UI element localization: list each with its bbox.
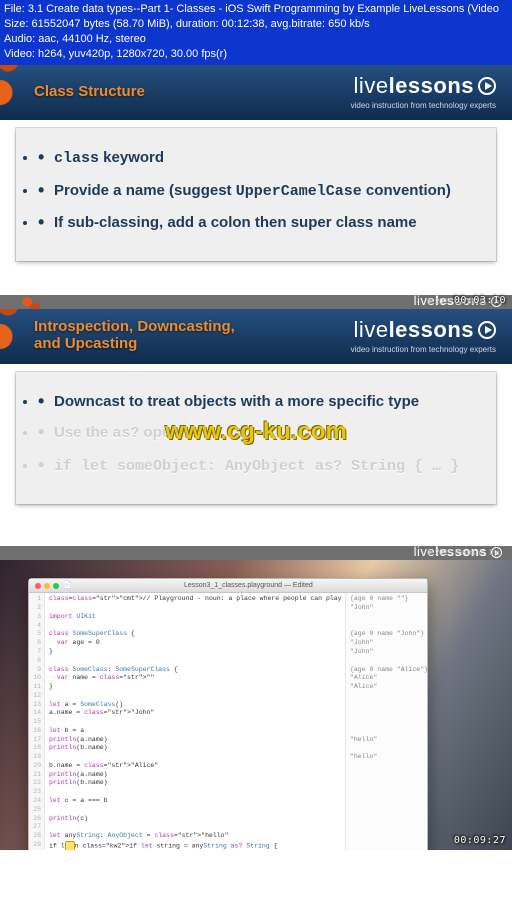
- brand-live: live: [354, 317, 389, 342]
- copyright-text: © 2015 Pearson, Inc.: [427, 548, 502, 557]
- bullet-text: Downcast to treat objects with a more sp…: [54, 393, 419, 410]
- accent-decor: [0, 65, 20, 120]
- brand-logo: livelessons video instruction from techn…: [351, 317, 496, 354]
- brand-logo: livelessons video instruction from techn…: [351, 73, 496, 110]
- brand-lessons: lessons: [389, 317, 474, 342]
- bullet: class keyword: [38, 142, 474, 175]
- bullet-text: convention): [362, 182, 451, 199]
- bullet-text: Provide a name (suggest: [54, 182, 236, 199]
- window-title: Lesson3_1_classes.playground — Edited: [76, 581, 421, 590]
- media-info-video: Video: h264, yuv420p, 1280x720, 30.00 fp…: [4, 47, 508, 62]
- media-info-banner: File: 3.1 Create data types--Part 1- Cla…: [0, 0, 512, 65]
- results-sidebar: {age 0 name ""} "John" {age 0 name "John…: [345, 593, 427, 850]
- xcode-window[interactable]: 📄 Lesson3_1_classes.playground — Edited …: [28, 578, 428, 850]
- slide-class-structure: Class Structure livelessons video instru…: [0, 65, 512, 261]
- line-gutter: 1 2 3 4 5 6 7 8 9 10 11 12 13 14 15 16 1…: [29, 593, 45, 850]
- maximize-icon[interactable]: [53, 583, 59, 589]
- brand-tagline: video instruction from technology expert…: [351, 345, 496, 354]
- bullet-ghost: Use the as? operator: [38, 417, 474, 450]
- slide-introspection: livelessons © 2015 Pearson, Inc. 00:03:1…: [0, 295, 512, 505]
- brand-tagline: video instruction from technology expert…: [351, 101, 496, 110]
- slide-content: Downcast to treat objects with a more sp…: [16, 372, 496, 505]
- traffic-lights[interactable]: [35, 583, 59, 589]
- text-cursor: [65, 841, 75, 851]
- slide-title-bar: Class Structure livelessons video instru…: [0, 65, 512, 120]
- window-titlebar[interactable]: 📄 Lesson3_1_classes.playground — Edited: [29, 579, 427, 593]
- close-icon[interactable]: [35, 583, 41, 589]
- video-timestamp: 00:03:10: [454, 295, 506, 306]
- doc-icon: 📄: [63, 581, 72, 590]
- slide-topstrip: livelessons © 2015 Pearson, Inc.: [0, 546, 512, 560]
- bullet: Downcast to treat objects with a more sp…: [38, 386, 474, 418]
- brand-live: live: [354, 73, 389, 98]
- play-icon: [478, 77, 496, 95]
- slide-title: Class Structure: [16, 83, 145, 100]
- media-info-size: Size: 61552047 bytes (58.70 MiB), durati…: [4, 17, 508, 32]
- slide-xcode-playground: livelessons © 2015 Pearson, Inc. 📄 Lesso…: [0, 546, 512, 850]
- media-info-file: File: 3.1 Create data types--Part 1- Cla…: [4, 2, 508, 17]
- slide-title-bar: Introspection, Downcasting, and Upcastin…: [0, 309, 512, 364]
- video-timestamp: 00:09:27: [454, 835, 506, 846]
- slide-topstrip: livelessons © 2015 Pearson, Inc. 00:03:1…: [0, 295, 512, 309]
- bullet-text: If sub-classing, add a colon then super …: [54, 214, 417, 231]
- bullet: Provide a name (suggest UpperCamelCase c…: [38, 175, 474, 208]
- accent-decor: [0, 309, 20, 364]
- bullet-ghost: if let someObject: AnyObject as? String …: [38, 450, 474, 483]
- bullet-text: keyword: [99, 149, 164, 166]
- brand-lessons: lessons: [389, 73, 474, 98]
- code-keyword: class: [54, 150, 99, 167]
- slide-title: Introspection, Downcasting, and Upcastin…: [16, 318, 246, 352]
- play-icon: [478, 321, 496, 339]
- macos-desktop: 📄 Lesson3_1_classes.playground — Edited …: [0, 560, 512, 850]
- bullet: If sub-classing, add a colon then super …: [38, 207, 474, 239]
- code-keyword: UpperCamelCase: [236, 183, 362, 200]
- media-info-audio: Audio: aac, 44100 Hz, stereo: [4, 32, 508, 47]
- slide-content: class keyword Provide a name (suggest Up…: [16, 128, 496, 261]
- minimize-icon[interactable]: [44, 583, 50, 589]
- code-editor[interactable]: class=class="str">"cmt">// Playground - …: [45, 593, 345, 850]
